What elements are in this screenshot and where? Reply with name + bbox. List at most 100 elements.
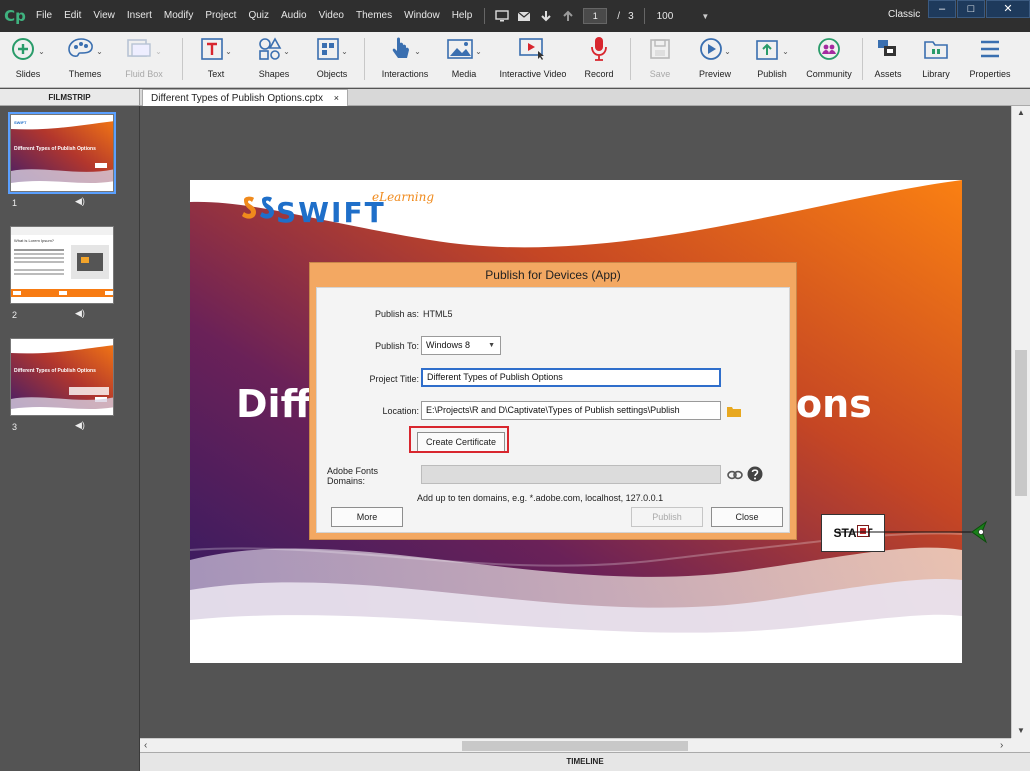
- highlight-box: [409, 426, 509, 453]
- slide-thumbnail-3[interactable]: [10, 338, 114, 416]
- publish-button: Publish: [631, 507, 703, 527]
- menu-window[interactable]: Window: [398, 0, 446, 32]
- publish-as-label: Publish as:: [374, 309, 419, 319]
- slides-button[interactable]: ⌄ Slides: [6, 32, 50, 88]
- dialog-body: Publish as: HTML5 Publish To: Windows 8 …: [316, 287, 790, 533]
- window-controls: – □ ✕: [927, 0, 1030, 20]
- menu-bar: Cp File Edit View Insert Modify Project …: [0, 0, 1030, 32]
- filmstrip-panel: SWIFT Different Types of Publish Options…: [0, 106, 140, 771]
- menu-separator: [484, 8, 486, 24]
- zoom-dropdown-icon[interactable]: ▼: [701, 12, 709, 21]
- menu-file[interactable]: File: [30, 0, 58, 32]
- arrow-up-icon[interactable]: [559, 8, 577, 24]
- main-toolbar: ⌄ Slides ⌄ Themes ⌄ Fluid Box ⌄ Text ⌄ S…: [0, 32, 1030, 88]
- slide-title-fragment-right[interactable]: ons: [796, 382, 872, 426]
- current-slide-input[interactable]: 1: [583, 8, 608, 24]
- toolbar-separator: [630, 38, 631, 80]
- library-folder-icon: [923, 38, 949, 65]
- library-button[interactable]: Library: [918, 32, 954, 88]
- save-button: Save: [640, 32, 680, 88]
- toolbar-separator: [862, 38, 863, 80]
- timeline-panel[interactable]: TIMELINE: [140, 752, 1030, 771]
- menu-modify[interactable]: Modify: [158, 0, 199, 32]
- menu-themes[interactable]: Themes: [350, 0, 398, 32]
- hamburger-icon: [979, 39, 1001, 64]
- preview-button[interactable]: ⌄ Preview: [692, 32, 738, 88]
- assets-button[interactable]: Assets: [870, 32, 906, 88]
- slide-thumbnail-1[interactable]: [8, 112, 116, 194]
- pointer-hand-icon: [389, 36, 413, 67]
- slide-total: 3: [628, 10, 634, 22]
- project-title-input[interactable]: Different Types of Publish Options: [421, 368, 721, 387]
- record-button[interactable]: Record: [578, 32, 620, 88]
- horizontal-scrollbar[interactable]: ‹ ›: [140, 738, 1011, 752]
- themes-button[interactable]: ⌄ Themes: [60, 32, 110, 88]
- help-icon[interactable]: [747, 466, 763, 487]
- properties-button[interactable]: Properties: [962, 32, 1018, 88]
- image-icon: [446, 38, 474, 65]
- fluid-box-button: ⌄ Fluid Box: [120, 32, 168, 88]
- maximize-button[interactable]: □: [957, 0, 985, 18]
- publish-to-select[interactable]: Windows 8 ▼: [421, 336, 501, 355]
- scroll-down-icon[interactable]: ▼: [1017, 726, 1025, 735]
- folder-icon[interactable]: [727, 404, 741, 422]
- mail-icon[interactable]: [515, 8, 533, 24]
- minimize-button[interactable]: –: [928, 0, 956, 18]
- audio-icon: ◀): [75, 196, 85, 206]
- community-icon: [817, 37, 841, 66]
- location-label: Location:: [382, 406, 419, 416]
- interactions-button[interactable]: ⌄ Interactions: [374, 32, 436, 88]
- text-icon: [200, 37, 224, 66]
- zoom-level[interactable]: 100: [653, 11, 678, 22]
- palette-icon: [67, 37, 95, 66]
- media-button[interactable]: ⌄ Media: [442, 32, 486, 88]
- close-window-button[interactable]: ✕: [986, 0, 1030, 18]
- menu-view[interactable]: View: [87, 0, 121, 32]
- close-tab-icon[interactable]: ×: [334, 93, 339, 103]
- community-button[interactable]: Community: [804, 32, 854, 88]
- scroll-right-icon[interactable]: ›: [1000, 740, 1003, 751]
- swift-logo-text: SWIFT: [276, 196, 386, 229]
- publish-button[interactable]: ⌄ Publish: [750, 32, 794, 88]
- shapes-button[interactable]: ⌄ Shapes: [252, 32, 296, 88]
- scrollbar-corner: [1011, 738, 1030, 752]
- slide-number: 1: [12, 198, 18, 208]
- menu-audio[interactable]: Audio: [275, 0, 313, 32]
- text-button[interactable]: ⌄ Text: [196, 32, 236, 88]
- close-button[interactable]: Close: [711, 507, 783, 527]
- project-title-label: Project Title:: [369, 374, 419, 384]
- interactive-video-button[interactable]: Interactive Video: [496, 32, 570, 88]
- vertical-scrollbar[interactable]: ▲ ▼: [1011, 106, 1030, 738]
- menu-insert[interactable]: Insert: [121, 0, 158, 32]
- arrow-down-icon[interactable]: [537, 8, 555, 24]
- link-icon[interactable]: [727, 468, 743, 486]
- menu-edit[interactable]: Edit: [58, 0, 87, 32]
- publish-icon: [755, 37, 781, 66]
- fonts-domains-input[interactable]: [421, 465, 721, 484]
- captivate-window: Cp File Edit View Insert Modify Project …: [0, 0, 1030, 771]
- toolbar-separator: [364, 38, 365, 80]
- menu-help[interactable]: Help: [446, 0, 479, 32]
- menu-video[interactable]: Video: [313, 0, 350, 32]
- app-logo: Cp: [4, 7, 26, 25]
- audio-icon: ◀): [75, 420, 85, 430]
- scroll-left-icon[interactable]: ‹: [144, 740, 147, 751]
- fluid-box-icon: [126, 38, 154, 65]
- scroll-up-icon[interactable]: ▲: [1017, 108, 1025, 117]
- vertical-scroll-thumb[interactable]: [1015, 350, 1027, 496]
- thumbnail-caption: What is Lorem Ipsum?: [14, 238, 55, 243]
- thumbnail-caption: Different Types of Publish Options: [14, 146, 96, 152]
- menu-quiz[interactable]: Quiz: [242, 0, 275, 32]
- workspace-switcher[interactable]: Classic: [888, 9, 920, 20]
- monitor-icon[interactable]: [493, 8, 511, 24]
- swift-logo-icon: [240, 194, 276, 231]
- document-tab-bar: Different Types of Publish Options.cptx …: [140, 89, 1030, 106]
- more-button[interactable]: More: [331, 507, 403, 527]
- horizontal-scroll-thumb[interactable]: [462, 741, 688, 751]
- dialog-title: Publish for Devices (App): [485, 268, 621, 282]
- location-input[interactable]: E:\Projects\R and D\Captivate\Types of P…: [421, 401, 721, 420]
- chevron-down-icon: ▼: [488, 342, 495, 349]
- menu-project[interactable]: Project: [199, 0, 242, 32]
- objects-button[interactable]: ⌄ Objects: [310, 32, 354, 88]
- document-tab[interactable]: Different Types of Publish Options.cptx …: [142, 89, 348, 106]
